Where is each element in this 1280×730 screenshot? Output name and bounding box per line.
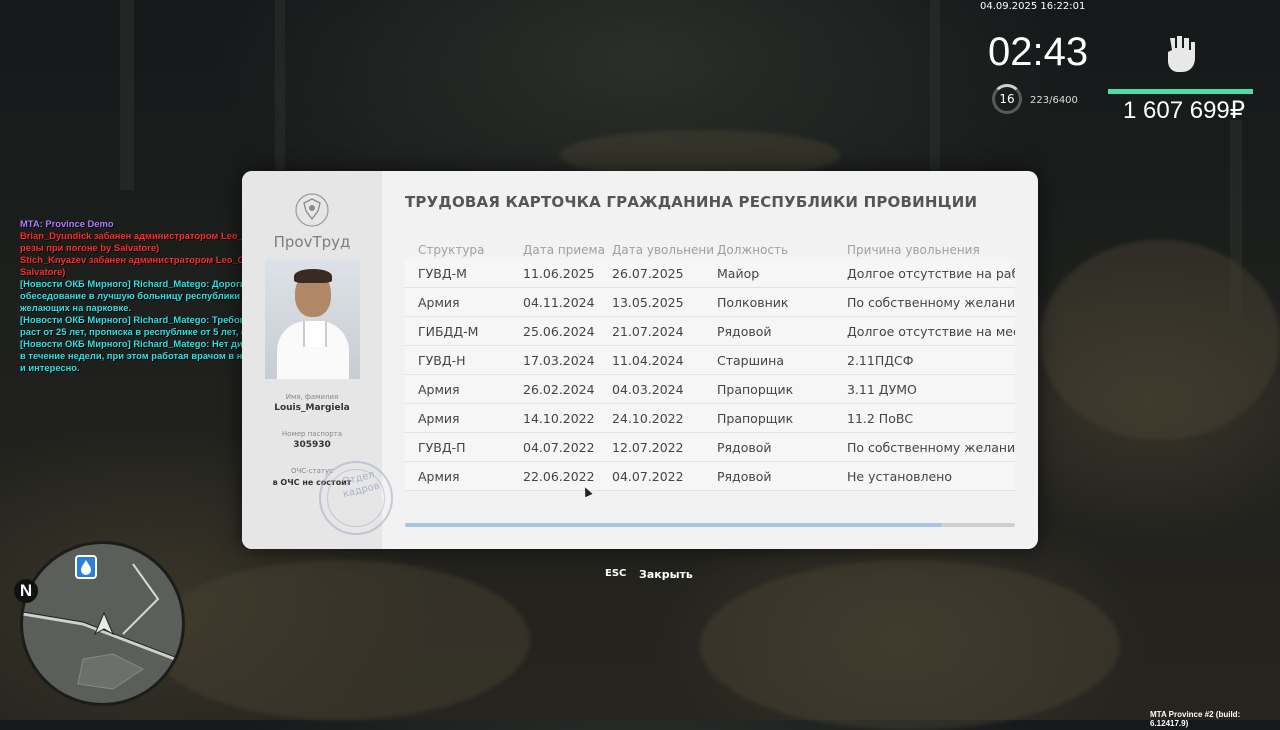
column-header: Дата увольнени <box>612 243 715 257</box>
table-cell: ГУВД-М <box>418 266 467 281</box>
passport-number: 305930 <box>293 440 331 450</box>
player-arrow-icon <box>93 612 115 636</box>
table-cell: Рядовой <box>717 324 772 339</box>
bush <box>700 560 1120 730</box>
tree-trunk <box>120 0 134 190</box>
table-cell: Рядовой <box>717 469 772 484</box>
coat-of-arms-icon <box>295 193 329 227</box>
money-balance: 1 607 699₽ <box>1123 97 1246 124</box>
table-cell: 2.11ПДСФ <box>847 353 914 368</box>
table-cell: По собственному желанию. <box>847 295 1015 310</box>
table-cell: 14.10.2022 <box>523 411 595 426</box>
table-row: Армия 04.11.2024 13.05.2025 Полковник По соб… <box>405 288 1015 317</box>
table-cell: 11.06.2025 <box>523 266 595 281</box>
level-indicator: 16 <box>992 84 1022 114</box>
build-info: MTA Province #2 (build: 6.12417.9) <box>1150 710 1241 728</box>
tree-trunk <box>930 0 940 175</box>
table-cell: Армия <box>418 411 460 426</box>
passport-label: Номер паспорта <box>281 430 343 438</box>
table-cell: 3.11 ДУМО <box>847 382 917 397</box>
table-cell: 04.07.2022 <box>523 440 595 455</box>
table-cell: 04.03.2024 <box>612 382 684 397</box>
table-cell: Армия <box>418 469 460 484</box>
table-cell: Долгое отсутствие на рабоче <box>847 266 1015 281</box>
table-cell: Полковник <box>717 295 789 310</box>
bush <box>1040 240 1280 440</box>
column-header: Структура <box>418 243 485 257</box>
horizontal-scrollbar[interactable] <box>405 523 1015 527</box>
table-cell: ГИБДД-М <box>418 324 479 339</box>
bush <box>150 560 530 720</box>
table-row: ГУВД-М 11.06.2025 26.07.2025 Майор Долгое от… <box>405 259 1015 288</box>
profile-panel: ПроvТруд Имя, фамилия Louis_Margiela Ном… <box>242 171 393 549</box>
citizen-photo <box>265 259 360 379</box>
table-cell: Старшина <box>717 353 784 368</box>
table-row: Армия 26.02.2024 04.03.2024 Прапорщик 3.11 Д… <box>405 375 1015 404</box>
experience-counter: 223/6400 <box>1030 95 1078 106</box>
table-row: Армия 22.06.2022 04.07.2022 Рядовой Не устан… <box>405 462 1015 491</box>
table-cell: Прапорщик <box>717 382 794 397</box>
table-cell: Рядовой <box>717 440 772 455</box>
minimap <box>20 541 185 706</box>
table-cell: 11.2 ПоВС <box>847 411 914 426</box>
table-cell: 11.04.2024 <box>612 353 684 368</box>
table-cell: Майор <box>717 266 760 281</box>
hud-timer: 02:43 <box>988 30 1089 74</box>
water-drop-icon <box>75 555 97 579</box>
column-header: Дата приема <box>523 243 605 257</box>
column-header: Причина увольнения <box>847 243 980 257</box>
hud-datetime: 04.09.2025 16:22:01 <box>980 1 1086 12</box>
table-header: Структура Дата приема Дата увольнени Дол… <box>405 241 1015 259</box>
table-cell: 26.02.2024 <box>523 382 595 397</box>
card-title: ТРУДОВАЯ КАРТОЧКА ГРАЖДАНИНА РЕСПУБЛИКИ … <box>405 193 978 211</box>
table-cell: 17.03.2024 <box>523 353 595 368</box>
table-cell: 26.07.2025 <box>612 266 684 281</box>
table-cell: 21.07.2024 <box>612 324 684 339</box>
name-label: Имя, фамилия <box>285 393 339 401</box>
table-cell: ГУВД-Н <box>418 353 466 368</box>
table-cell: Армия <box>418 382 460 397</box>
employment-card-dialog: ПроvТруд Имя, фамилия Louis_Margiela Ном… <box>242 171 1038 549</box>
table-cell: 25.06.2024 <box>523 324 595 339</box>
table-cell: 13.05.2025 <box>612 295 684 310</box>
close-button[interactable]: Закрыть <box>639 568 693 581</box>
table-cell: 24.10.2022 <box>612 411 684 426</box>
north-indicator: N <box>14 579 38 603</box>
table-cell: 12.07.2022 <box>612 440 684 455</box>
table-cell: По собственному желанию <box>847 440 1015 455</box>
ministry-name: ПроvТруд <box>273 233 351 251</box>
tree-trunk <box>275 0 285 170</box>
table-cell: Долгое отсутствие на месте с <box>847 324 1015 339</box>
table-cell: 04.07.2022 <box>612 469 684 484</box>
scrollbar-thumb[interactable] <box>405 523 942 527</box>
table-row: ГУВД-Н 17.03.2024 11.04.2024 Старшина 2.11ПД… <box>405 346 1015 375</box>
table-cell: 04.11.2024 <box>523 295 595 310</box>
table-row: Армия 14.10.2022 24.10.2022 Прапорщик 11.2 П… <box>405 404 1015 433</box>
table-row: ГИБДД-М 25.06.2024 21.07.2024 Рядовой Долгое… <box>405 317 1015 346</box>
table-cell: 22.06.2022 <box>523 469 595 484</box>
table-cell: Не установлено <box>847 469 952 484</box>
table-cell: ГУВД-П <box>418 440 466 455</box>
table-row: ГУВД-П 04.07.2022 12.07.2022 Рядовой По собс… <box>405 433 1015 462</box>
table-cell: Армия <box>418 295 460 310</box>
employment-table: Структура Дата приема Дата увольнени Дол… <box>405 241 1015 491</box>
esc-key-hint: ESC <box>605 568 627 579</box>
fist-icon <box>1168 36 1195 72</box>
column-header: Должность <box>717 243 789 257</box>
health-bar <box>1108 89 1253 94</box>
table-cell: Прапорщик <box>717 411 794 426</box>
table-body: ГУВД-М 11.06.2025 26.07.2025 Майор Долгое от… <box>405 259 1015 491</box>
citizen-name: Louis_Margiela <box>274 403 350 413</box>
